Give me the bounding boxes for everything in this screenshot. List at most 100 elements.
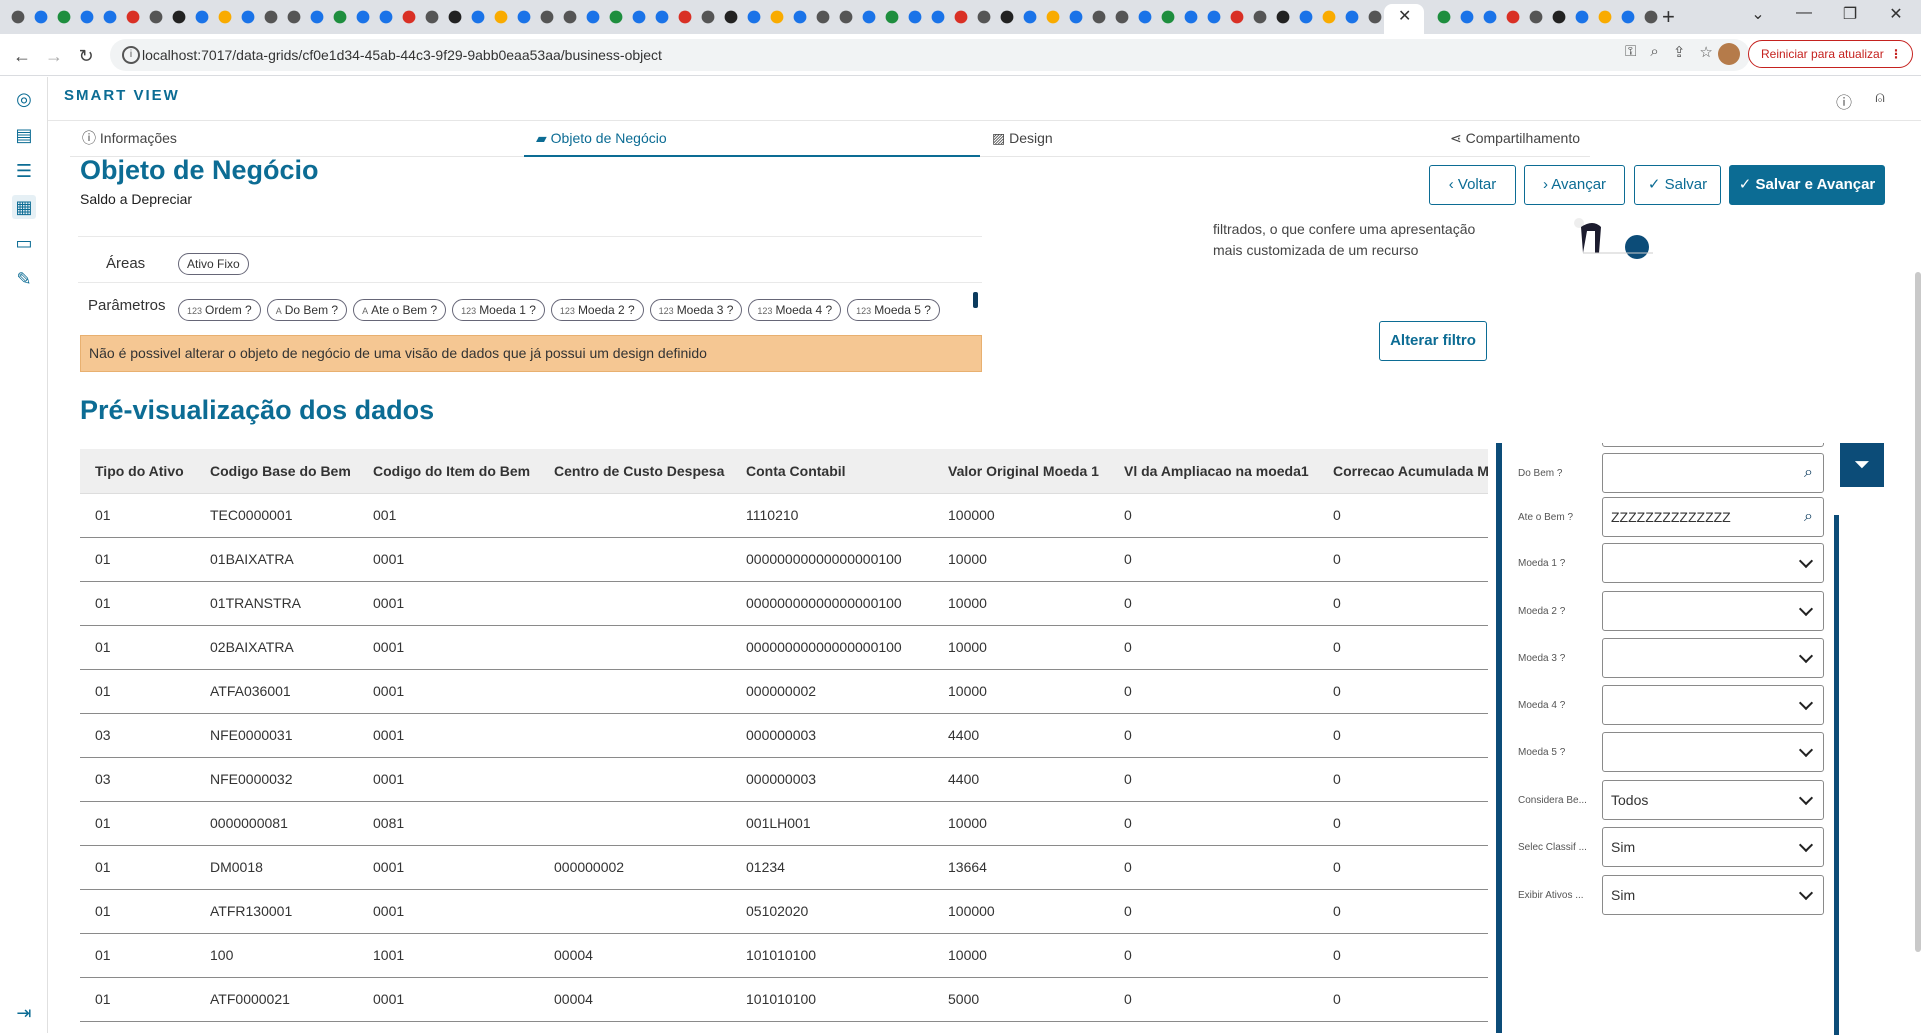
browser-tab-favicon-icon[interactable] bbox=[264, 10, 278, 24]
table-row[interactable]: 03 NFE0000032 0001 000000003 4400 0 0 bbox=[80, 757, 1488, 802]
page-scrollbar[interactable] bbox=[1915, 272, 1921, 952]
browser-tab-favicon-icon[interactable] bbox=[816, 10, 830, 24]
column-header[interactable]: Codigo Base do Bem bbox=[195, 449, 358, 494]
browser-tab-favicon-icon[interactable] bbox=[1023, 10, 1037, 24]
chevron-down-icon[interactable] bbox=[1798, 601, 1814, 617]
browser-tab-favicon-icon[interactable] bbox=[540, 10, 554, 24]
browser-tab-favicon-icon[interactable] bbox=[977, 10, 991, 24]
site-info-icon[interactable]: i bbox=[122, 46, 140, 64]
browser-tab-favicon-icon[interactable] bbox=[126, 10, 140, 24]
filter-select[interactable] bbox=[1602, 543, 1824, 583]
table-row[interactable]: 01 01TRANSTRA 0001 00000000000000000100 1000… bbox=[80, 581, 1488, 626]
browser-tab-favicon-icon[interactable] bbox=[747, 10, 761, 24]
chevron-down-icon[interactable] bbox=[1798, 790, 1814, 806]
save-button[interactable]: ✓ Salvar bbox=[1634, 165, 1721, 205]
browser-tab-favicon-icon[interactable] bbox=[1230, 10, 1244, 24]
bookmark-star-icon[interactable]: ☆ bbox=[1699, 43, 1712, 61]
tab-design[interactable]: ▨ Design bbox=[980, 121, 1438, 157]
tab-compartilhamento[interactable]: ⋖ Compartilhamento bbox=[1438, 121, 1590, 157]
browser-tab-favicon-icon[interactable] bbox=[724, 10, 738, 24]
browser-tab-favicon-icon[interactable] bbox=[402, 10, 416, 24]
browser-tab-favicon-icon[interactable] bbox=[11, 10, 25, 24]
params-scrollbar[interactable] bbox=[973, 292, 978, 308]
browser-tab-favicon-icon[interactable] bbox=[586, 10, 600, 24]
chevron-down-icon[interactable] bbox=[1798, 648, 1814, 664]
browser-tab-favicon-icon[interactable] bbox=[356, 10, 370, 24]
browser-tab-favicon-icon[interactable] bbox=[609, 10, 623, 24]
info-circle-icon[interactable]: ⓘ bbox=[1834, 89, 1854, 112]
back-button[interactable]: ‹ Voltar bbox=[1429, 165, 1516, 205]
reload-icon[interactable]: ↻ bbox=[72, 42, 100, 70]
column-header[interactable]: Vl da Ampliacao na moeda1 bbox=[1109, 449, 1318, 494]
browser-tab-favicon-icon[interactable] bbox=[103, 10, 117, 24]
browser-tab-favicon-icon[interactable] bbox=[172, 10, 186, 24]
filter-search-field[interactable]: ⌕ bbox=[1602, 453, 1824, 493]
browser-tab-favicon-icon[interactable] bbox=[1207, 10, 1221, 24]
browser-tab-favicon-icon[interactable] bbox=[1506, 10, 1520, 24]
filter-select[interactable]: Todos bbox=[1602, 780, 1824, 820]
filter-select[interactable]: Sim bbox=[1602, 827, 1824, 867]
table-row[interactable]: 03 NFE0000031 0001 000000003 4400 0 0 bbox=[80, 713, 1488, 758]
address-url[interactable]: localhost:7017/data-grids/cf0e1d34-45ab-… bbox=[142, 47, 662, 63]
browser-tab-favicon-icon[interactable] bbox=[287, 10, 301, 24]
filter-panel-scrollbar[interactable] bbox=[1834, 515, 1839, 1035]
browser-tab-favicon-icon[interactable] bbox=[1529, 10, 1543, 24]
window-close-icon[interactable]: ✕ bbox=[1873, 4, 1919, 24]
browser-tab-favicon-icon[interactable] bbox=[1621, 10, 1635, 24]
filter-select[interactable]: Sim bbox=[1602, 875, 1824, 915]
collapse-menu-icon[interactable]: ⇥ bbox=[12, 1001, 36, 1025]
new-tab-icon[interactable]: + bbox=[1662, 4, 1675, 30]
browser-tab-favicon-icon[interactable] bbox=[1437, 10, 1451, 24]
browser-tab-favicon-icon[interactable] bbox=[34, 10, 48, 24]
column-header[interactable]: Conta Contabil bbox=[731, 449, 933, 494]
browser-tab-favicon-icon[interactable] bbox=[333, 10, 347, 24]
column-header[interactable]: Tipo do Ativo bbox=[80, 449, 195, 494]
data-list-icon[interactable]: ☰ bbox=[12, 159, 36, 183]
column-header[interactable]: Codigo do Item do Bem bbox=[358, 449, 539, 494]
browser-tab-favicon-icon[interactable] bbox=[149, 10, 163, 24]
browser-tab-favicon-icon[interactable] bbox=[931, 10, 945, 24]
save-and-next-button[interactable]: ✓ Salvar e Avançar bbox=[1729, 165, 1885, 205]
data-grid-icon[interactable]: ▦ bbox=[12, 195, 36, 219]
search-icon[interactable]: ⌕ bbox=[1804, 454, 1813, 492]
chevron-down-icon[interactable] bbox=[1798, 837, 1814, 853]
browser-tab-favicon-icon[interactable] bbox=[563, 10, 577, 24]
browser-tab-favicon-icon[interactable] bbox=[1184, 10, 1198, 24]
browser-tab-favicon-icon[interactable] bbox=[494, 10, 508, 24]
browser-tab-favicon-icon[interactable] bbox=[379, 10, 393, 24]
update-button[interactable]: Reiniciar para atualizar ⋮ bbox=[1748, 40, 1913, 68]
tab-objeto-de-negocio[interactable]: ▰ Objeto de Negócio bbox=[524, 121, 980, 157]
reports-icon[interactable]: ▤ bbox=[12, 123, 36, 147]
table-row[interactable]: 01 ATF0000021 0001 00004 101010100 5000 0 0 bbox=[80, 977, 1488, 1022]
table-row[interactable]: 01 01BAIXATRA 0001 00000000000000000100 1000… bbox=[80, 537, 1488, 582]
zoom-icon[interactable]: ⌕ bbox=[1650, 43, 1658, 61]
browser-tab-favicon-icon[interactable] bbox=[770, 10, 784, 24]
maximize-icon[interactable]: ❐ bbox=[1827, 4, 1873, 24]
browser-tab-favicon-icon[interactable] bbox=[655, 10, 669, 24]
menu-dots-icon[interactable]: ⋮ bbox=[1890, 41, 1902, 67]
browser-tab-favicon-icon[interactable] bbox=[218, 10, 232, 24]
filter-select[interactable] bbox=[1602, 732, 1824, 772]
browser-tab-favicon-icon[interactable] bbox=[954, 10, 968, 24]
column-header[interactable]: Valor Original Moeda 1 bbox=[933, 449, 1109, 494]
home-logo-icon[interactable]: ◎ bbox=[12, 87, 36, 111]
table-row[interactable]: 01 TEC0000001 001 1110210 100000 0 0 bbox=[80, 493, 1488, 538]
profile-avatar[interactable] bbox=[1718, 43, 1740, 65]
browser-tab-favicon-icon[interactable] bbox=[310, 10, 324, 24]
table-row[interactable]: 01 0000000081 0081 001LH001 10000 0 0 bbox=[80, 801, 1488, 846]
filter-select[interactable] bbox=[1602, 685, 1824, 725]
chevron-down-icon[interactable] bbox=[1798, 695, 1814, 711]
search-icon[interactable]: ⌕ bbox=[1804, 498, 1813, 536]
close-tab-icon[interactable]: ✕ bbox=[1398, 6, 1411, 26]
browser-tab-favicon-icon[interactable] bbox=[839, 10, 853, 24]
filter-search-field[interactable]: ZZZZZZZZZZZZZZ ⌕ bbox=[1602, 497, 1824, 537]
browser-tab-favicon-icon[interactable] bbox=[908, 10, 922, 24]
browser-tab-favicon-icon[interactable] bbox=[793, 10, 807, 24]
tab-informacoes[interactable]: ⓘ Informações bbox=[70, 121, 524, 157]
table-row[interactable]: 01 DM0018 0001 000000002 01234 13664 0 0 bbox=[80, 845, 1488, 890]
address-bar[interactable]: i localhost:7017/data-grids/cf0e1d34-45a… bbox=[110, 39, 1750, 71]
browser-tab-favicon-icon[interactable] bbox=[1161, 10, 1175, 24]
browser-tab-favicon-icon[interactable] bbox=[1276, 10, 1290, 24]
browser-tab-favicon-icon[interactable] bbox=[1299, 10, 1313, 24]
back-icon[interactable]: ← bbox=[8, 42, 36, 70]
